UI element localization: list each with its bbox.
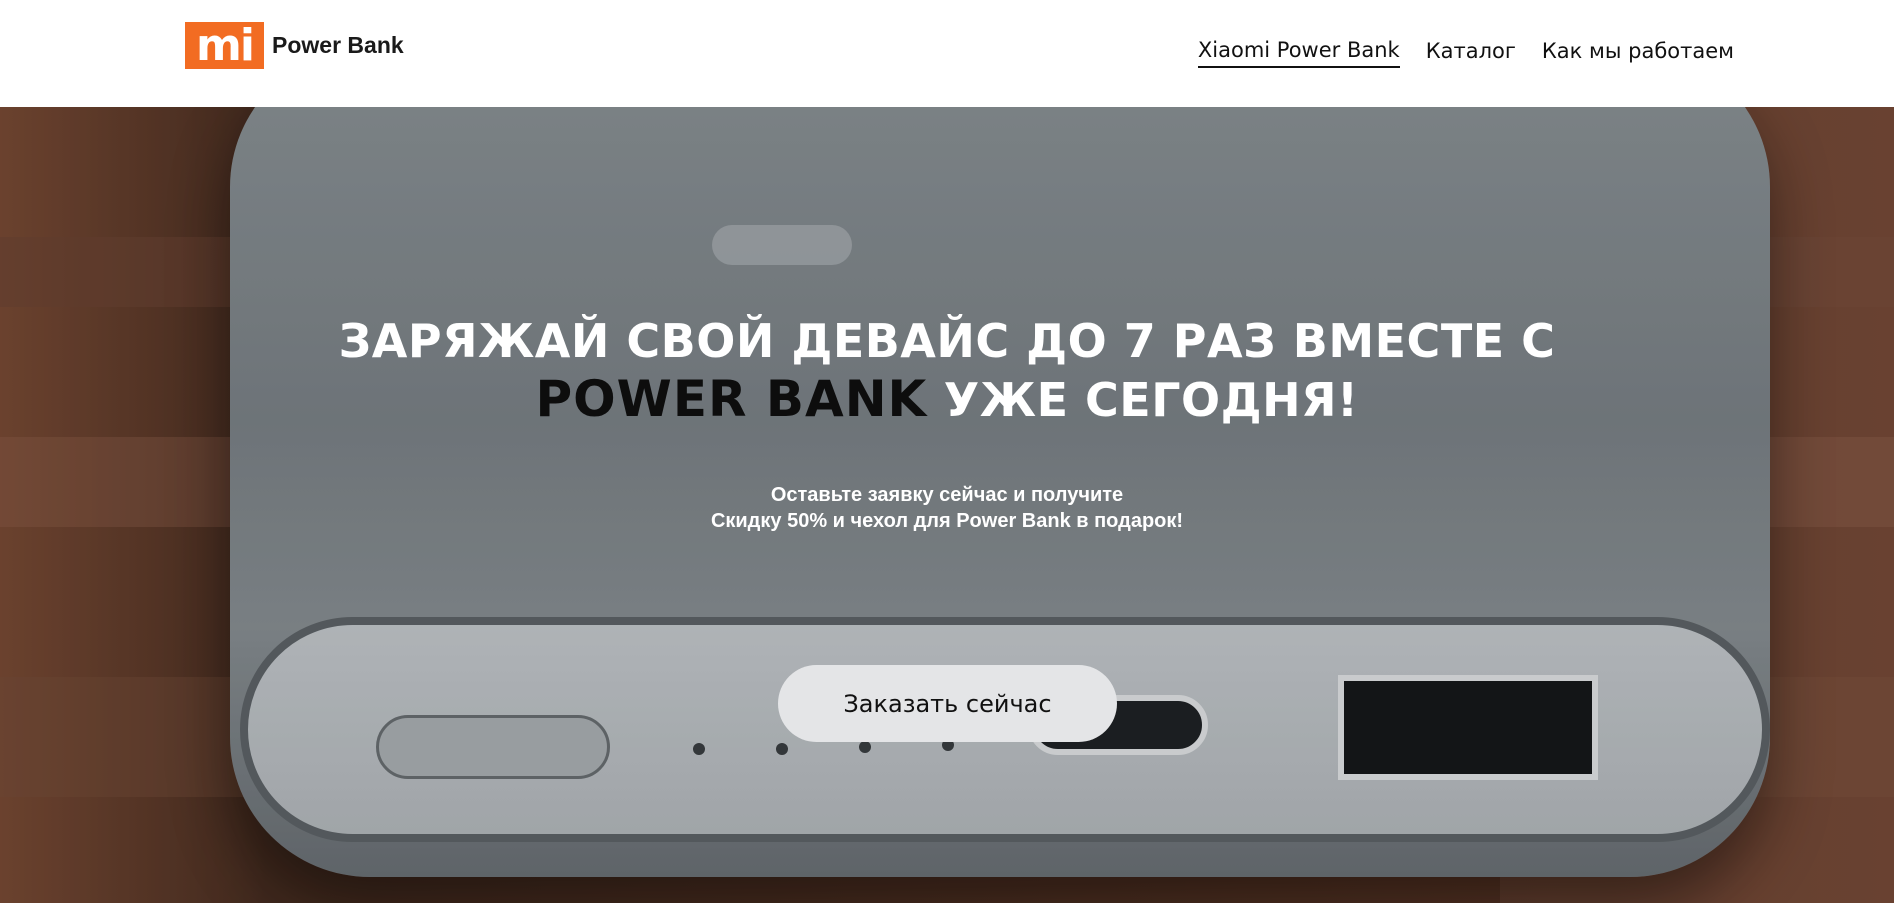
main-nav: Xiaomi Power Bank Каталог Как мы работае…: [1172, 38, 1734, 68]
hero-subtext: Оставьте заявку сейчас и получите Скидку…: [0, 482, 1894, 534]
landing-page: mi Power Bank Xiaomi Power Bank Каталог …: [0, 0, 1894, 903]
brand-logo[interactable]: mi Power Bank: [185, 22, 404, 69]
subtext-line-1: Оставьте заявку сейчас и получите: [770, 484, 1124, 506]
hero-headline: ЗАРЯЖАЙ СВОЙ ДЕВАЙС ДО 7 РАЗ ВМЕСТЕ С PO…: [0, 312, 1894, 429]
headline-line-2: УЖЕ СЕГОДНЯ!: [927, 373, 1359, 427]
mi-logo-icon: mi: [185, 22, 264, 69]
site-header: mi Power Bank Xiaomi Power Bank Каталог …: [0, 0, 1894, 107]
nav-item-catalog[interactable]: Каталог: [1426, 39, 1516, 67]
nav-item-xiaomi-power-bank[interactable]: Xiaomi Power Bank: [1197, 38, 1400, 68]
order-now-button[interactable]: Заказать сейчас: [778, 665, 1117, 742]
hero-section: ЗАРЯЖАЙ СВОЙ ДЕВАЙС ДО 7 РАЗ ВМЕСТЕ С PO…: [0, 107, 1894, 903]
subtext-line-2: Скидку 50% и чехол для Power Bank в пода…: [710, 510, 1184, 532]
headline-line-1: ЗАРЯЖАЙ СВОЙ ДЕВАЙС ДО 7 РАЗ ВМЕСТЕ С: [338, 314, 1556, 368]
nav-item-how-we-work[interactable]: Как мы работаем: [1542, 39, 1734, 67]
headline-brand: POWER BANK: [535, 370, 928, 428]
logo-text: Power Bank: [272, 32, 404, 58]
